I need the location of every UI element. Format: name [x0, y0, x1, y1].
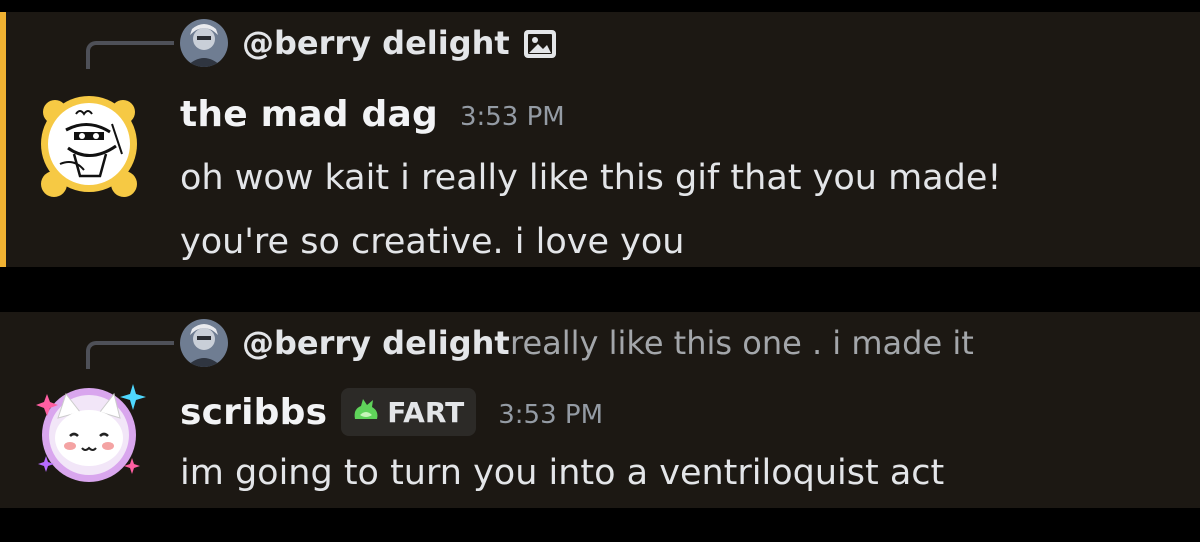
reply-avatar-berry-delight[interactable]	[180, 19, 228, 67]
reply-preview-text[interactable]: really like this one . i made it	[510, 319, 974, 367]
message-text-line: im going to turn you into a ventriloquis…	[180, 453, 945, 493]
guild-tag-label: FART	[387, 395, 465, 429]
message-text-line: oh wow kait i really like this gif that …	[180, 158, 1002, 198]
username[interactable]: scribbs	[180, 392, 327, 433]
reply-username[interactable]: @berry delight	[242, 319, 510, 367]
avatar-scribbs[interactable]	[30, 372, 148, 490]
message-header: scribbs FART 3:53 PM	[180, 387, 603, 437]
guild-tag[interactable]: FART	[341, 388, 477, 436]
green-blob-icon	[351, 395, 381, 429]
message-text-line: you're so creative. i love you	[180, 222, 685, 262]
username[interactable]: the mad dag	[180, 94, 438, 135]
reply-connector	[86, 41, 174, 69]
timestamp[interactable]: 3:53 PM	[498, 400, 603, 430]
message-mad-dag[interactable]: @berry delight the mad dag 3:53 PM oh wo…	[0, 12, 1200, 267]
reply-connector	[86, 341, 174, 369]
image-icon[interactable]	[523, 29, 557, 59]
timestamp[interactable]: 3:53 PM	[460, 102, 565, 132]
mention-highlight-bar	[0, 12, 6, 267]
avatar-mad-dag[interactable]	[30, 84, 148, 202]
message-scribbs[interactable]: @berry delight really like this one . i …	[0, 312, 1200, 508]
message-header: the mad dag 3:53 PM	[180, 89, 565, 139]
reply-username[interactable]: @berry delight	[242, 19, 510, 67]
reply-avatar-berry-delight[interactable]	[180, 319, 228, 367]
